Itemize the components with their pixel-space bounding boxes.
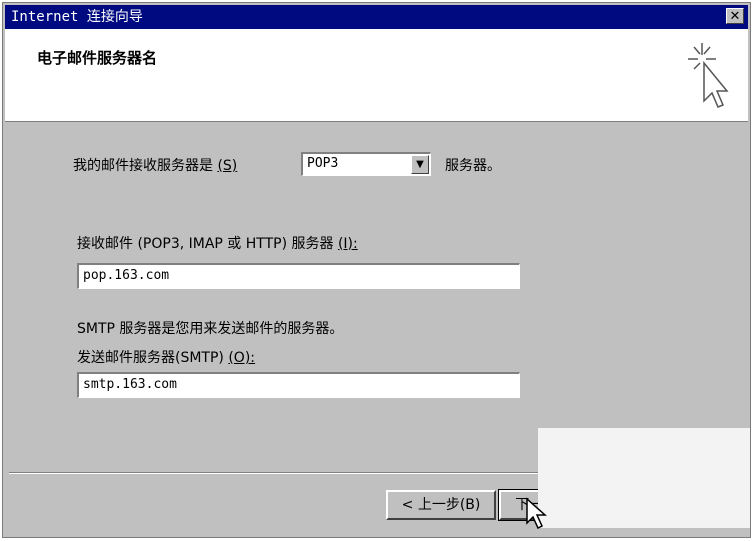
- close-button[interactable]: ✕: [726, 8, 744, 24]
- wizard-content: 我的邮件接收服务器是 (S) POP3 ▼ 服务器。 接收邮件 (POP3, I…: [5, 122, 748, 472]
- obscured-region: [538, 428, 750, 528]
- page-title: 电子邮件服务器名: [37, 49, 158, 67]
- wizard-sparkle-cursor-icon: [688, 43, 729, 108]
- outgoing-server-field[interactable]: smtp.163.com: [77, 372, 520, 398]
- server-type-label: 我的邮件接收服务器是 (S): [73, 158, 238, 174]
- window-title: Internet 连接向导: [11, 9, 143, 25]
- chevron-down-icon[interactable]: ▼: [411, 155, 429, 174]
- incoming-server-label: 接收邮件 (POP3, IMAP 或 HTTP) 服务器 (I):: [77, 236, 358, 252]
- server-type-suffix: 服务器。: [445, 158, 501, 174]
- wizard-header: 电子邮件服务器名: [5, 29, 748, 122]
- smtp-note: SMTP 服务器是您用来发送邮件的服务器。: [77, 321, 344, 337]
- back-button[interactable]: < 上一步(B): [386, 490, 496, 520]
- outgoing-server-label: 发送邮件服务器(SMTP) (O):: [77, 350, 256, 366]
- server-type-select[interactable]: POP3 ▼: [301, 152, 431, 176]
- close-icon: ✕: [729, 9, 741, 24]
- title-bar[interactable]: Internet 连接向导 ✕: [5, 5, 748, 29]
- server-type-value: POP3: [307, 156, 339, 171]
- incoming-server-field[interactable]: pop.163.com: [77, 263, 520, 289]
- mouse-pointer-icon: [526, 497, 547, 530]
